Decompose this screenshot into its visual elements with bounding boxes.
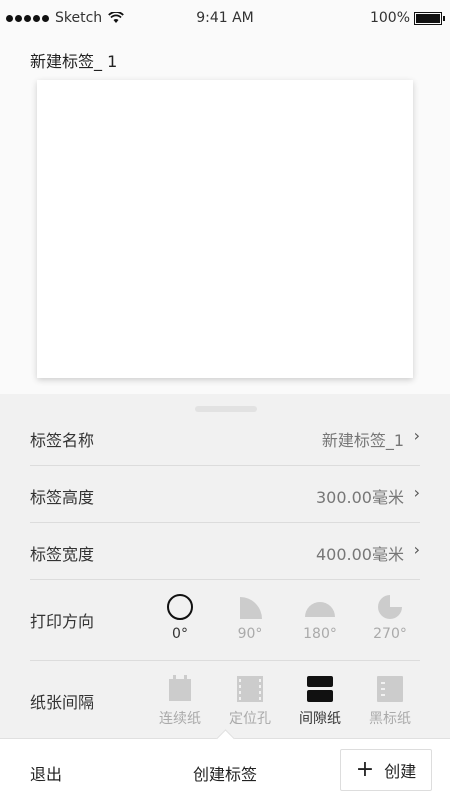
direction-option-180[interactable]: 180° xyxy=(285,592,355,642)
gap-option-gap[interactable]: 间隙纸 xyxy=(285,674,355,728)
label-width-row[interactable]: 标签宽度 400.00毫米 › xyxy=(30,523,420,580)
exit-button[interactable]: 退出 xyxy=(30,761,62,785)
plus-icon: + xyxy=(355,757,375,782)
battery-group: 100% xyxy=(369,10,445,26)
battery-percent: 100% xyxy=(369,10,410,26)
three-quarter-circle-icon xyxy=(378,595,402,619)
quarter-circle-icon xyxy=(240,597,262,619)
direction-option-90[interactable]: 90° xyxy=(215,592,285,642)
label-name-row[interactable]: 标签名称 新建标签_1 › xyxy=(30,409,420,466)
gap-option-black-mark[interactable]: 黑标纸 xyxy=(355,674,425,728)
paper-gap-label: 纸张间隔 xyxy=(30,693,95,712)
half-circle-icon xyxy=(305,602,335,617)
gap-option-continuous[interactable]: 连续纸 xyxy=(145,674,215,728)
direction-option-label: 180° xyxy=(303,626,337,642)
create-button[interactable]: + 创建 xyxy=(340,749,432,791)
label-name-label: 标签名称 xyxy=(30,431,95,450)
black-mark-paper-icon xyxy=(377,676,403,702)
chevron-right-icon: › xyxy=(413,426,420,445)
status-bar: Sketch 9:41 AM 100% xyxy=(0,0,450,36)
paper-gap-options: 连续纸 定位孔 间隙纸 黑标纸 xyxy=(145,674,425,728)
gap-option-label: 黑标纸 xyxy=(369,711,411,727)
gap-option-label: 间隙纸 xyxy=(299,711,341,727)
print-direction-label: 打印方向 xyxy=(30,612,95,631)
label-width-label: 标签宽度 xyxy=(30,545,95,564)
chevron-right-icon: › xyxy=(413,540,420,559)
gap-paper-icon xyxy=(307,676,333,702)
print-direction-options: 0° 90° 180° 270° xyxy=(145,592,425,642)
direction-option-270[interactable]: 270° xyxy=(355,592,425,642)
preview-area: 新建标签_ 1 xyxy=(0,36,450,394)
label-width-value: 400.00毫米 xyxy=(316,545,404,564)
bottom-bar: 退出 创建标签 + 创建 xyxy=(0,729,450,801)
label-height-value: 300.00毫米 xyxy=(316,488,404,507)
label-name-value: 新建标签_1 xyxy=(321,431,404,450)
label-height-label: 标签高度 xyxy=(30,488,95,507)
gap-option-label: 连续纸 xyxy=(159,711,201,727)
direction-option-label: 90° xyxy=(237,626,263,642)
label-title: 新建标签_ 1 xyxy=(30,52,118,71)
label-canvas[interactable] xyxy=(37,80,413,378)
direction-option-0[interactable]: 0° xyxy=(145,592,215,642)
gap-option-sprocket[interactable]: 定位孔 xyxy=(215,674,285,728)
settings-panel: 标签名称 新建标签_1 › 标签高度 300.00毫米 › 标签宽度 400.0… xyxy=(0,394,450,738)
sprocket-hole-icon xyxy=(237,676,263,702)
direction-option-label: 0° xyxy=(172,626,188,642)
circle-outline-icon xyxy=(167,594,193,620)
battery-icon xyxy=(414,11,445,25)
gap-option-label: 定位孔 xyxy=(229,711,271,727)
chevron-right-icon: › xyxy=(413,483,420,502)
direction-option-label: 270° xyxy=(373,626,407,642)
create-button-label: 创建 xyxy=(384,762,417,781)
continuous-paper-icon xyxy=(169,675,191,701)
label-height-row[interactable]: 标签高度 300.00毫米 › xyxy=(30,466,420,523)
